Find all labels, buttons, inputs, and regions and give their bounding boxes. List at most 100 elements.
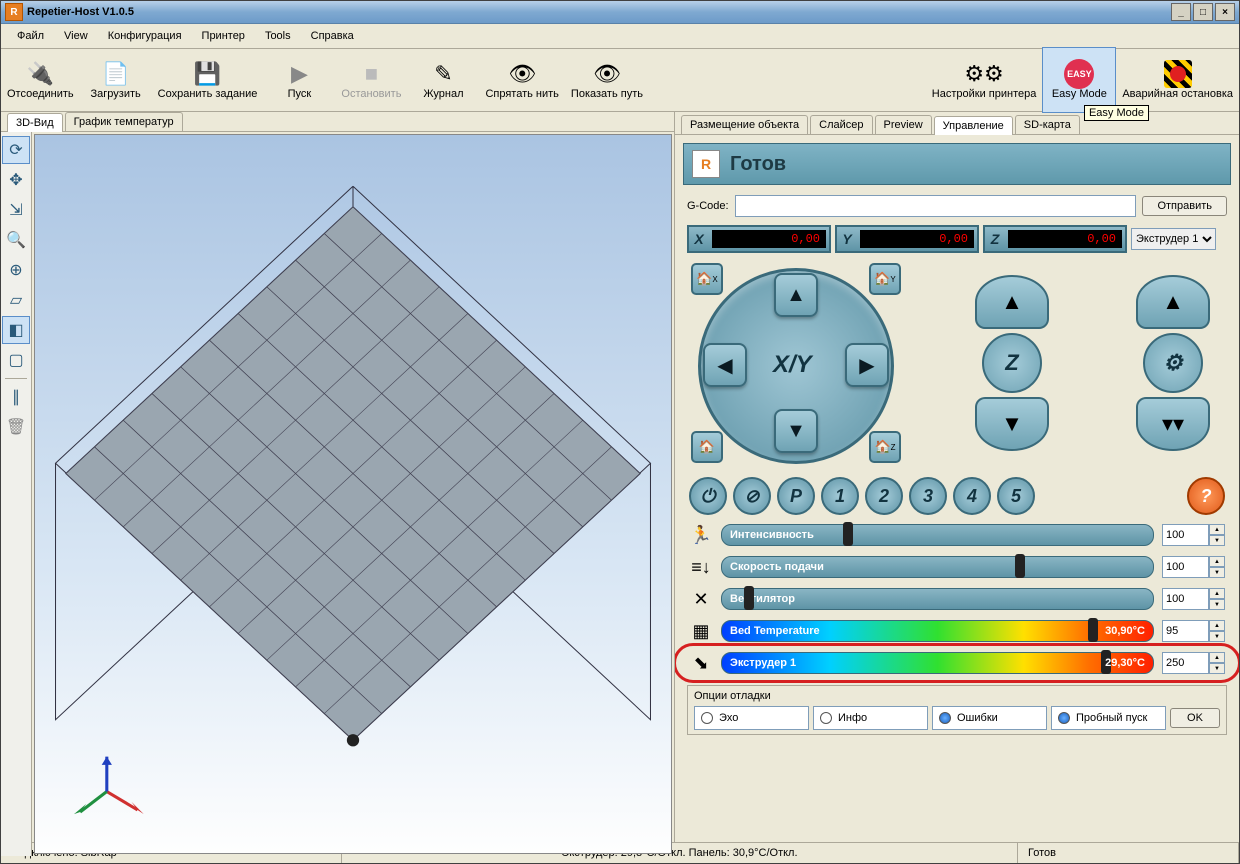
iso-view-icon[interactable]: ◧ [2,316,30,344]
toolbar-показать-путь[interactable]: 👁Показать путь [565,48,649,112]
menu-tools[interactable]: Tools [257,28,299,44]
coord-z[interactable]: Z0,00 [983,225,1127,253]
toolbar-easy-mode[interactable]: EASYEasy Mode [1042,47,1116,113]
slider-value[interactable] [1162,524,1209,546]
toolbar-отсоединить[interactable]: 🔌Отсоединить [1,48,80,112]
right-tabs: Размещение объектаСлайсерPreviewУправлен… [675,112,1239,135]
preset-1-button[interactable]: 1 [821,477,859,515]
top-view-icon[interactable]: ▱ [2,286,30,314]
debug-ошибки[interactable]: Ошибки [932,706,1047,730]
minimize-button[interactable]: _ [1171,3,1191,21]
toolbar-аварийная-остановка[interactable]: Аварийная остановка [1116,48,1239,112]
debug-инфо[interactable]: Инфо [813,706,928,730]
3d-viewport[interactable] [34,134,672,854]
x-minus-button[interactable]: ◀ [703,343,747,387]
debug-пробный пуск[interactable]: Пробный пуск [1051,706,1166,730]
toolbar-журнал[interactable]: ✎Журнал [407,48,479,112]
menu-bar: ФайлViewКонфигурацияПринтерToolsСправка [1,24,1239,49]
move-object-icon[interactable]: ⇲ [2,196,30,224]
power-button[interactable]: ⏻ [689,477,727,515]
home-x-button[interactable]: 🏠X [691,263,723,295]
menu-принтер[interactable]: Принтер [194,28,253,44]
left-tab-1[interactable]: График температур [65,112,183,131]
slider-value[interactable] [1162,588,1209,610]
view-toolbar: ⟳ ✥ ⇲ 🔍 ⊕ ▱ ◧ ▢ ∥ 🗑 [1,132,32,856]
toolbar-настройки-принтера[interactable]: ⚙⚙Настройки принтера [926,48,1043,112]
park-button[interactable]: P [777,477,815,515]
home-all-button[interactable]: 🏠 [691,431,723,463]
coord-y[interactable]: Y0,00 [835,225,979,253]
left-tabs: 3D-ВидГрафик температур [1,112,674,132]
temp-icon: ▦ [689,621,713,642]
front-view-icon[interactable]: ▢ [2,346,30,374]
main-toolbar: 🔌Отсоединить📄Загрузить💾Сохранить задание… [1,49,1239,112]
extrude-button[interactable]: ▾▾ [1136,397,1210,451]
right-tab-0[interactable]: Размещение объекта [681,115,808,134]
z-plus-button[interactable]: ▲ [975,275,1049,329]
menu-файл[interactable]: Файл [9,28,52,44]
temp-value[interactable] [1162,620,1209,642]
slider-icon: 🏃 [689,525,713,546]
title-bar: R Repetier-Host V1.0.5 _ □ × [1,1,1239,24]
parallel-icon[interactable]: ∥ [2,383,30,411]
home-z-button[interactable]: 🏠Z [869,431,901,463]
home-y-button[interactable]: 🏠Y [869,263,901,295]
extruder-gear-icon: ⚙ [1143,333,1203,393]
reset-view-icon[interactable]: ⟳ [2,136,30,164]
slider-track[interactable]: Вентилятор [721,588,1154,610]
slider-icon: ✕ [689,589,713,610]
slider-track[interactable]: Интенсивность [721,524,1154,546]
maximize-button[interactable]: □ [1193,3,1213,21]
temp-track[interactable]: Bed Temperature30,90°C [721,620,1154,642]
rotate-icon[interactable]: ⊕ [2,256,30,284]
preset-5-button[interactable]: 5 [997,477,1035,515]
debug-ok-button[interactable]: OK [1170,708,1220,728]
temp-icon: ⬊ [689,653,713,674]
temp-value[interactable] [1162,652,1209,674]
debug-options: Опции отладки ЭхоИнфоОшибкиПробный пускO… [687,685,1227,735]
temp-track[interactable]: Экструдер 129,30°C [721,652,1154,674]
z-minus-button[interactable]: ▼ [975,397,1049,451]
y-plus-button[interactable]: ▲ [774,273,818,317]
gcode-input[interactable] [735,195,1137,217]
move-icon[interactable]: ✥ [2,166,30,194]
toolbar-остановить[interactable]: ■Остановить [335,48,407,112]
send-button[interactable]: Отправить [1142,196,1227,216]
toolbar-спрятать-нить[interactable]: 👁Спрятать нить [479,48,564,112]
right-tab-1[interactable]: Слайсер [810,115,872,134]
preset-3-button[interactable]: 3 [909,477,947,515]
slider-2: ✕ Вентилятор ▲▼ [679,583,1235,615]
left-tab-0[interactable]: 3D-Вид [7,113,63,132]
debug-эхо[interactable]: Эхо [694,706,809,730]
tooltip: Easy Mode [1084,105,1149,121]
menu-view[interactable]: View [56,28,96,44]
toolbar-пуск[interactable]: ▶Пуск [263,48,335,112]
x-plus-button[interactable]: ▶ [845,343,889,387]
close-button[interactable]: × [1215,3,1235,21]
toolbar-сохранить-задание[interactable]: 💾Сохранить задание [152,48,264,112]
xy-jog-pad: 🏠X 🏠Y 🏠 🏠Z ▲ ▼ ◀ ▶ X/Y [691,263,901,463]
extruder-jog: ▲ ⚙ ▾▾ [1123,263,1223,463]
right-tab-2[interactable]: Preview [875,115,932,134]
menu-справка[interactable]: Справка [303,28,362,44]
extruder-select[interactable]: Экструдер 1 [1131,228,1216,250]
motor-off-button[interactable]: ⊘ [733,477,771,515]
preset-2-button[interactable]: 2 [865,477,903,515]
zoom-icon[interactable]: 🔍 [2,226,30,254]
help-button[interactable]: ? [1187,477,1225,515]
right-tab-4[interactable]: SD-карта [1015,115,1080,134]
menu-конфигурация[interactable]: Конфигурация [100,28,190,44]
slider-1: ≡↓ Скорость подачи ▲▼ [679,551,1235,583]
y-minus-button[interactable]: ▼ [774,409,818,453]
slider-track[interactable]: Скорость подачи [721,556,1154,578]
toolbar-загрузить[interactable]: 📄Загрузить [80,48,152,112]
temp-1: ⬊ Экструдер 129,30°C ▲▼ [679,647,1235,679]
status-icon: R [692,150,720,178]
slider-value[interactable] [1162,556,1209,578]
right-tab-3[interactable]: Управление [934,116,1013,135]
delete-icon[interactable]: 🗑 [2,413,30,441]
coord-x[interactable]: X0,00 [687,225,831,253]
status-banner: R Готов [683,143,1231,185]
preset-4-button[interactable]: 4 [953,477,991,515]
retract-button[interactable]: ▲ [1136,275,1210,329]
